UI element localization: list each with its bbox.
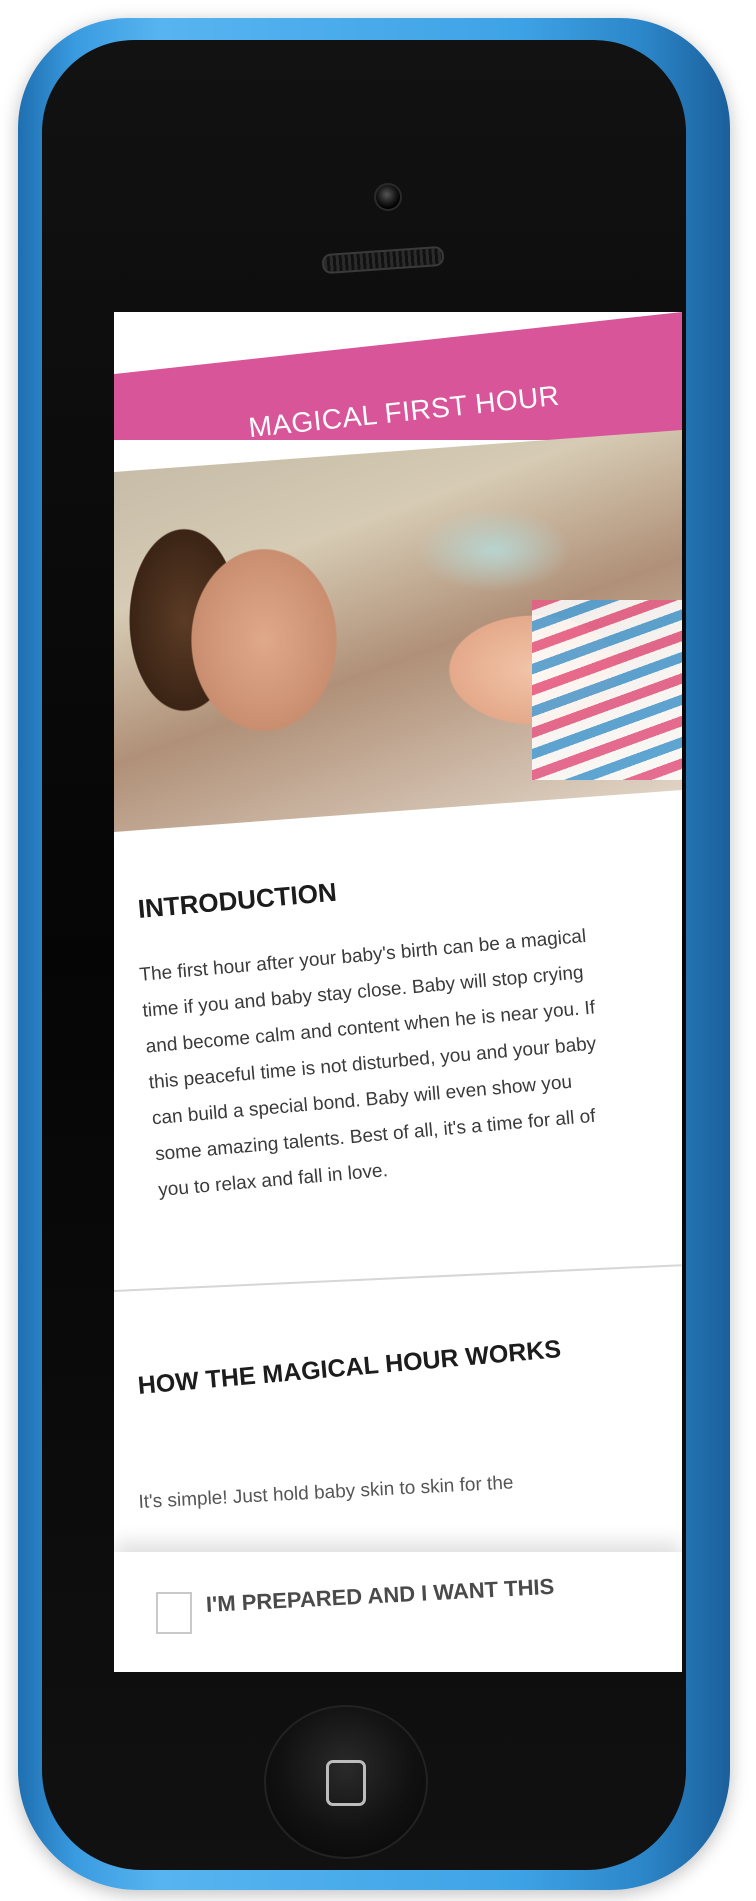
home-button[interactable] bbox=[264, 1705, 428, 1859]
home-square-icon bbox=[326, 1760, 366, 1806]
earpiece-speaker-icon bbox=[321, 245, 445, 275]
confirmation-bar: I'M PREPARED AND I WANT THIS bbox=[114, 1552, 682, 1672]
how-it-works-paragraph: It's simple! Just hold baby skin to skin… bbox=[138, 1472, 514, 1513]
how-it-works-heading: HOW THE MAGICAL HOUR WORKS bbox=[136, 1335, 563, 1400]
intro-paragraph: The first hour after your baby's birth c… bbox=[138, 925, 598, 1202]
hero-image bbox=[114, 430, 682, 832]
phone-face: MAGICAL FIRST HOUR ‹ INTRODUCTION The fi… bbox=[42, 40, 686, 1870]
title-bar: MAGICAL FIRST HOUR bbox=[114, 312, 682, 440]
intro-heading: INTRODUCTION bbox=[136, 876, 338, 924]
prepared-checkbox-label[interactable]: I'M PREPARED AND I WANT THIS bbox=[205, 1574, 555, 1618]
app-screen: MAGICAL FIRST HOUR ‹ INTRODUCTION The fi… bbox=[114, 312, 682, 1672]
hero-image-blanket bbox=[532, 600, 682, 780]
front-camera-icon bbox=[374, 183, 402, 211]
section-divider bbox=[114, 1264, 682, 1292]
prepared-checkbox[interactable] bbox=[156, 1592, 192, 1634]
